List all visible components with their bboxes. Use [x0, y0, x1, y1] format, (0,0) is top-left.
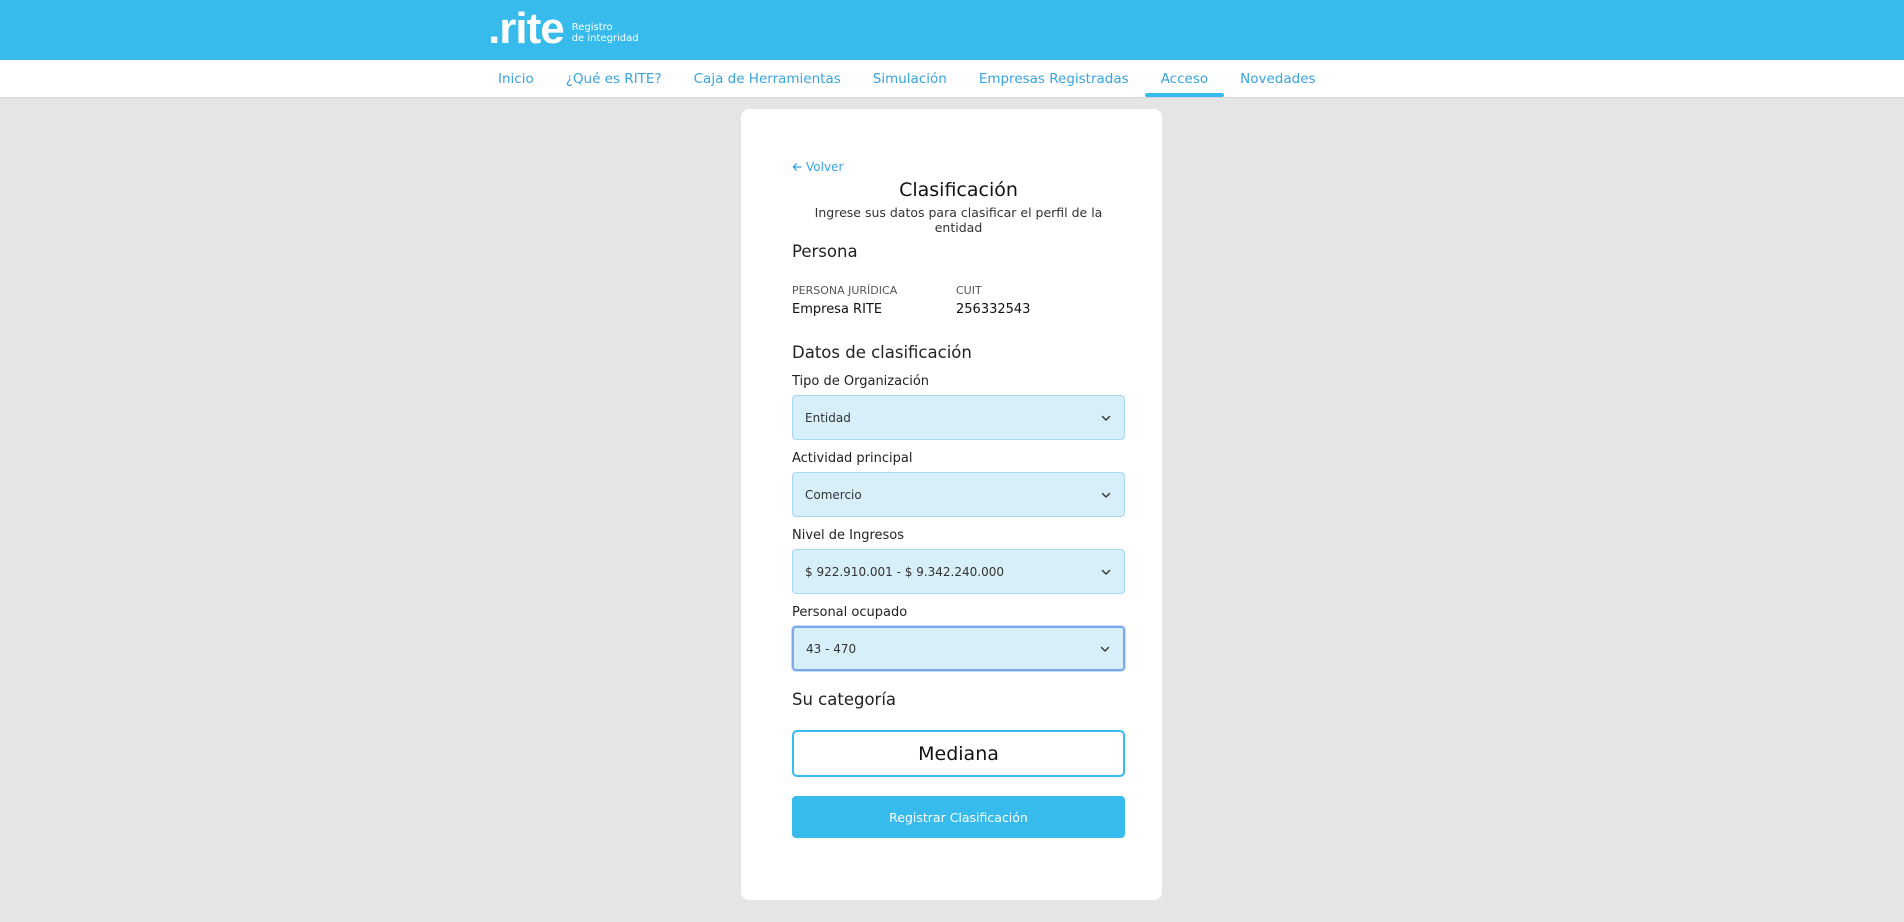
top-header: .rite Registro de integridad [0, 0, 1904, 60]
logo-tagline-line1: Registro [571, 22, 613, 33]
persona-section-title: Persona [792, 242, 858, 261]
nav-item-caja-de-herramientas[interactable]: Caja de Herramientas [678, 60, 857, 97]
arrow-left-icon [792, 163, 802, 171]
chevron-down-icon [1101, 415, 1111, 421]
nav-item-inicio[interactable]: Inicio [482, 60, 550, 97]
logo-tagline: Registro de integridad [572, 14, 639, 44]
rite-logo[interactable]: .rite Registro de integridad [488, 6, 639, 52]
tipo-organizacion-value: Entidad [805, 410, 851, 425]
nav-item-acceso[interactable]: Acceso [1144, 60, 1225, 97]
actividad-principal-value: Comercio [805, 487, 862, 502]
page-subtitle: Ingrese sus datos para clasificar el per… [814, 205, 1103, 235]
back-link[interactable]: Volver [792, 160, 843, 174]
cuit-label: CUIT [956, 284, 982, 297]
clasificacion-section-title: Datos de clasificación [792, 343, 972, 362]
persona-name: Empresa RITE [792, 302, 883, 317]
logo-mark: .rite [488, 4, 565, 53]
nav-item-simulacion[interactable]: Simulación [857, 60, 963, 97]
main-nav: Inicio ¿Qué es RITE? Caja de Herramienta… [0, 60, 1904, 98]
nav-list: Inicio ¿Qué es RITE? Caja de Herramienta… [482, 60, 1332, 97]
tipo-organizacion-label: Tipo de Organización [792, 374, 930, 389]
back-link-label: Volver [806, 160, 844, 174]
nivel-ingresos-label: Nivel de Ingresos [792, 528, 905, 543]
logo-tagline-line2: de integridad [571, 33, 639, 44]
personal-ocupado-label: Personal ocupado [792, 605, 908, 620]
nav-item-que-es-rite[interactable]: ¿Qué es RITE? [550, 60, 678, 97]
page-title: Clasificación [899, 179, 1018, 201]
nivel-ingresos-value: $ 922.910.001 - $ 9.342.240.000 [805, 564, 1004, 579]
classification-card: Volver Clasificación Ingrese sus datos p… [741, 109, 1162, 900]
registrar-clasificacion-button[interactable]: Registrar Clasificación [792, 796, 1125, 838]
nav-item-empresas-registradas[interactable]: Empresas Registradas [963, 60, 1145, 97]
categoria-section-title: Su categoría [792, 690, 897, 709]
persona-type-label: PERSONA JURÍDICA [792, 284, 898, 297]
categoria-result: Mediana [792, 730, 1125, 777]
chevron-down-icon [1100, 646, 1110, 652]
actividad-principal-label: Actividad principal [792, 451, 913, 466]
tipo-organizacion-select[interactable]: Entidad [792, 395, 1125, 440]
personal-ocupado-select[interactable]: 43 - 470 [792, 626, 1125, 671]
cuit-value: 256332543 [956, 302, 1031, 317]
nav-item-novedades[interactable]: Novedades [1224, 60, 1331, 97]
nivel-ingresos-select[interactable]: $ 922.910.001 - $ 9.342.240.000 [792, 549, 1125, 594]
actividad-principal-select[interactable]: Comercio [792, 472, 1125, 517]
chevron-down-icon [1101, 569, 1111, 575]
personal-ocupado-value: 43 - 470 [806, 641, 857, 656]
chevron-down-icon [1101, 492, 1111, 498]
